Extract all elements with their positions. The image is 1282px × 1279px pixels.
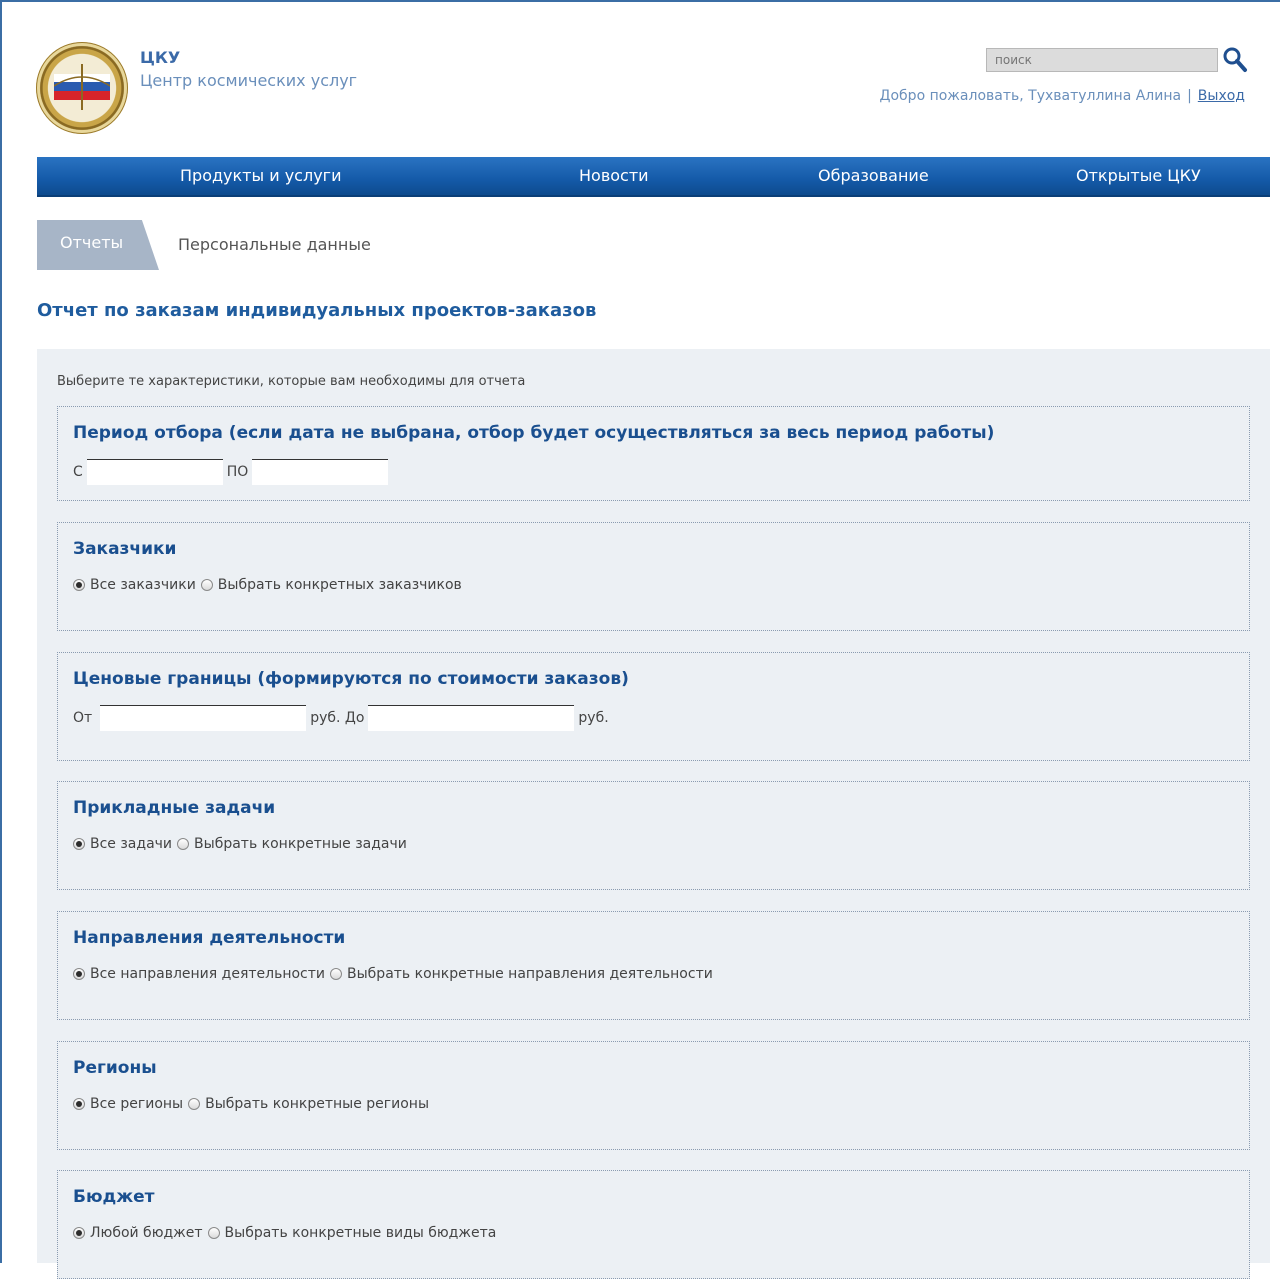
- radio-specific-regions[interactable]: [188, 1098, 201, 1110]
- search-icon[interactable]: [1222, 46, 1248, 74]
- from-label: С: [73, 464, 83, 480]
- price-row: От руб. До руб.: [73, 705, 609, 731]
- radio-specific-tasks[interactable]: [177, 838, 190, 850]
- regions-options: Все регионы Выбрать конкретные регионы: [73, 1096, 429, 1112]
- directions-options: Все направления деятельности Выбрать кон…: [73, 966, 713, 982]
- logout-link[interactable]: Выход: [1198, 88, 1245, 104]
- radio-label: Все регионы: [90, 1096, 184, 1112]
- price-from-label: От: [73, 710, 93, 726]
- customers-options: Все заказчики Выбрать конкретных заказчи…: [73, 577, 462, 593]
- radio-label: Выбрать конкретных заказчиков: [217, 577, 462, 593]
- nav-open-cku[interactable]: Открытые ЦКУ: [1076, 166, 1201, 185]
- section-title: Прикладные задачи: [73, 798, 276, 818]
- section-price: Ценовые границы (формируются по стоимост…: [57, 652, 1250, 761]
- section-title: Бюджет: [73, 1187, 155, 1207]
- tab-personal-data[interactable]: Персональные данные: [178, 235, 371, 254]
- main-nav: Продукты и услуги Новости Образование От…: [37, 157, 1270, 197]
- to-label: ПО: [226, 464, 249, 480]
- section-regions: Регионы Все регионы Выбрать конкретные р…: [57, 1041, 1250, 1150]
- radio-any-budget[interactable]: [73, 1227, 85, 1239]
- nav-education[interactable]: Образование: [818, 166, 929, 185]
- section-title: Период отбора (если дата не выбрана, отб…: [73, 423, 995, 443]
- section-directions: Направления деятельности Все направления…: [57, 911, 1250, 1020]
- form-intro: Выберите те характеристики, которые вам …: [57, 374, 526, 389]
- radio-label: Все задачи: [90, 836, 173, 852]
- section-customers: Заказчики Все заказчики Выбрать конкретн…: [57, 522, 1250, 631]
- radio-label: Выбрать конкретные направления деятельно…: [347, 966, 713, 982]
- section-title: Заказчики: [73, 539, 177, 559]
- radio-label: Все заказчики: [90, 577, 196, 593]
- radio-all-tasks[interactable]: [73, 838, 85, 850]
- radio-all-regions[interactable]: [73, 1098, 85, 1110]
- section-title: Регионы: [73, 1058, 157, 1078]
- page-title: Отчет по заказам индивидуальных проектов…: [37, 300, 597, 321]
- welcome-text: Добро пожаловать, Тухватуллина Алина: [879, 88, 1182, 104]
- nav-products[interactable]: Продукты и услуги: [180, 166, 341, 185]
- brand-subtitle: Центр космических услуг: [140, 71, 358, 90]
- section-title: Ценовые границы (формируются по стоимост…: [73, 669, 629, 689]
- section-period: Период отбора (если дата не выбрана, отб…: [57, 406, 1250, 501]
- logo-emblem-icon[interactable]: [36, 42, 128, 134]
- tasks-options: Все задачи Выбрать конкретные задачи: [73, 836, 407, 852]
- date-to-input[interactable]: [252, 459, 389, 485]
- user-welcome: Добро пожаловать, Тухватуллина Алина | Вых…: [880, 88, 1245, 104]
- radio-label: Все направления деятельности: [90, 966, 326, 982]
- price-to-input[interactable]: [368, 705, 575, 731]
- radio-specific-budget[interactable]: [207, 1227, 220, 1239]
- date-from-input[interactable]: [86, 459, 223, 485]
- radio-specific-directions[interactable]: [330, 968, 343, 980]
- nav-news[interactable]: Новости: [579, 166, 649, 185]
- search-input[interactable]: [986, 48, 1218, 72]
- radio-label: Любой бюджет: [90, 1225, 203, 1241]
- russia-map-icon: [54, 64, 110, 110]
- budget-options: Любой бюджет Выбрать конкретные виды бюд…: [73, 1225, 496, 1241]
- radio-label: Выбрать конкретные регионы: [205, 1096, 429, 1112]
- radio-all-directions[interactable]: [73, 968, 85, 980]
- section-title: Направления деятельности: [73, 928, 346, 948]
- radio-label: Выбрать конкретные виды бюджета: [224, 1225, 497, 1241]
- brand-title: ЦКУ: [140, 48, 181, 67]
- radio-label: Выбрать конкретные задачи: [194, 836, 407, 852]
- price-end-label: руб.: [578, 710, 609, 726]
- section-tasks: Прикладные задачи Все задачи Выбрать кон…: [57, 781, 1250, 890]
- radio-specific-customers[interactable]: [200, 579, 213, 591]
- tab-reports[interactable]: Отчеты: [37, 220, 159, 270]
- price-from-input[interactable]: [100, 705, 307, 731]
- radio-all-customers[interactable]: [73, 579, 85, 591]
- separator: |: [1187, 88, 1192, 104]
- price-mid-label: руб. До: [310, 710, 365, 726]
- period-row: С ПО: [73, 459, 392, 485]
